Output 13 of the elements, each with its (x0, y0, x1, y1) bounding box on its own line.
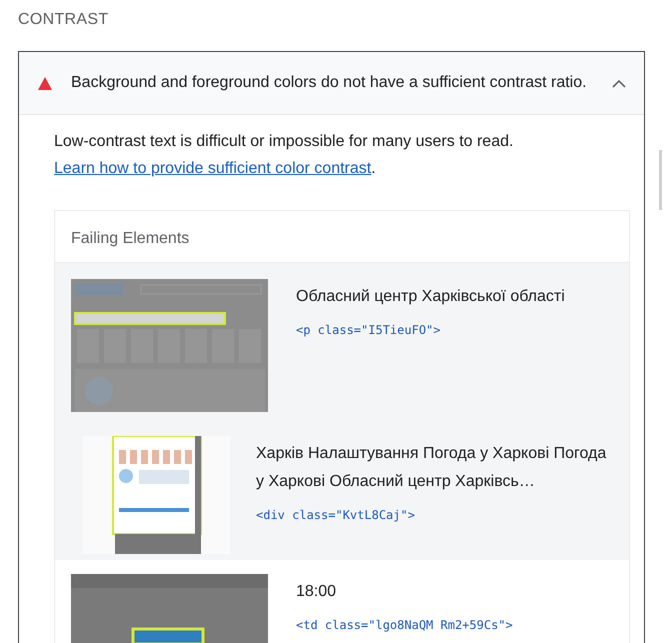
audit-description: Low-contrast text is difficult or impossible for many users to read. Learn how to provide sufficient color contrast. (54, 132, 514, 179)
element-selector: <td class="lgo8NaQM Rm2+59Cs"> (296, 618, 513, 632)
audit-title: Background and foreground colors do not have a sufficient contrast ratio. (71, 74, 588, 92)
element-text: 18:00 (296, 582, 338, 602)
chevron-icon[interactable] (612, 78, 626, 88)
element-text: Харків Налаштування Погода у Харкові Погода у Харкові Обласний центр Харківсь… (256, 444, 608, 492)
element-text: Обласний центр Харківської області (296, 287, 565, 307)
element-selector: <div class="KvtL8Caj"> (256, 508, 416, 522)
learn-more-link[interactable]: Learn how to provide sufficient color contrast (54, 160, 372, 177)
scrollbar-thumb[interactable] (659, 150, 662, 210)
audit-header[interactable]: Background and foreground colors do not have a sufficient contrast ratio. (19, 52, 644, 115)
element-selector: <p class="I5TieuFO"> (296, 323, 442, 337)
section-heading: CONTRAST (18, 11, 110, 29)
